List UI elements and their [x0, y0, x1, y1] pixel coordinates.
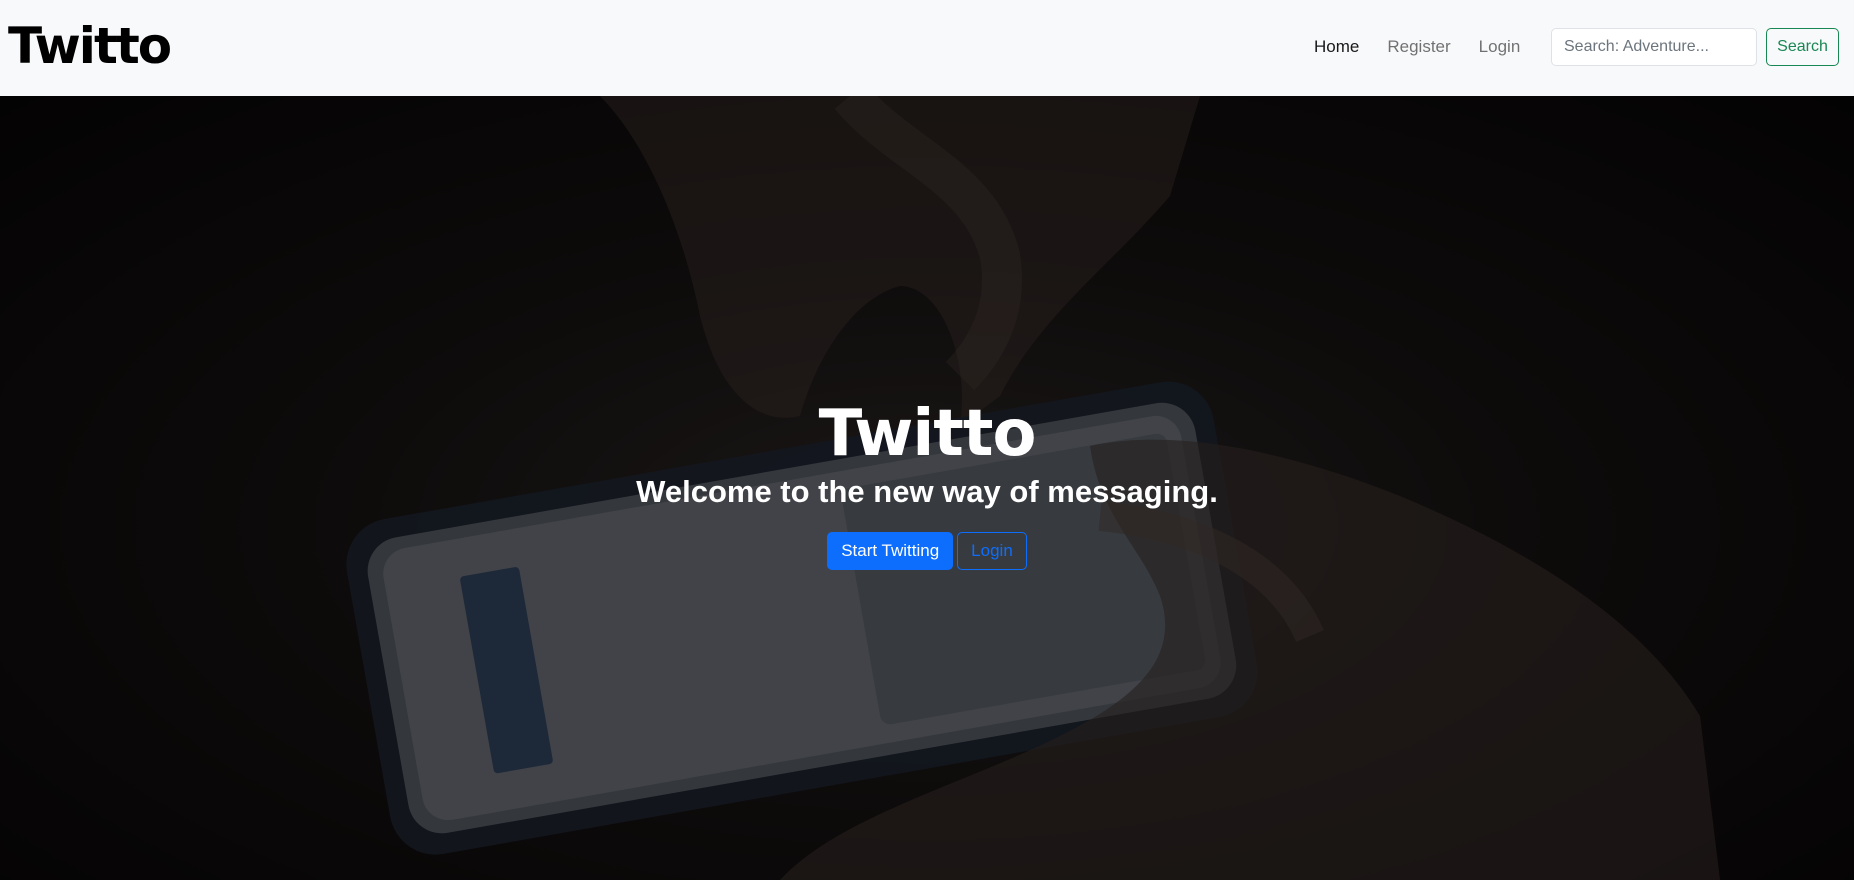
nav-link-home[interactable]: Home	[1300, 34, 1373, 60]
navbar: Twitto Home Register Login Search	[0, 0, 1854, 96]
hero-title: Twitto	[818, 397, 1037, 471]
hero-buttons: Start Twitting Login	[0, 532, 1854, 570]
hero-section: Twitto Welcome to the new way of messagi…	[0, 96, 1854, 880]
nav-link-login[interactable]: Login	[1465, 34, 1535, 60]
hero-subtitle: Welcome to the new way of messaging.	[636, 474, 1218, 509]
hero-login-button[interactable]: Login	[957, 532, 1027, 570]
start-twitting-button[interactable]: Start Twitting	[827, 532, 954, 570]
search-button[interactable]: Search	[1766, 28, 1839, 66]
nav-links: Home Register Login	[1300, 34, 1534, 60]
search-input[interactable]	[1551, 28, 1757, 66]
nav-link-register[interactable]: Register	[1373, 34, 1464, 60]
hero-content: Twitto Welcome to the new way of messagi…	[0, 396, 1854, 570]
brand-logo[interactable]: Twitto	[8, 16, 172, 76]
